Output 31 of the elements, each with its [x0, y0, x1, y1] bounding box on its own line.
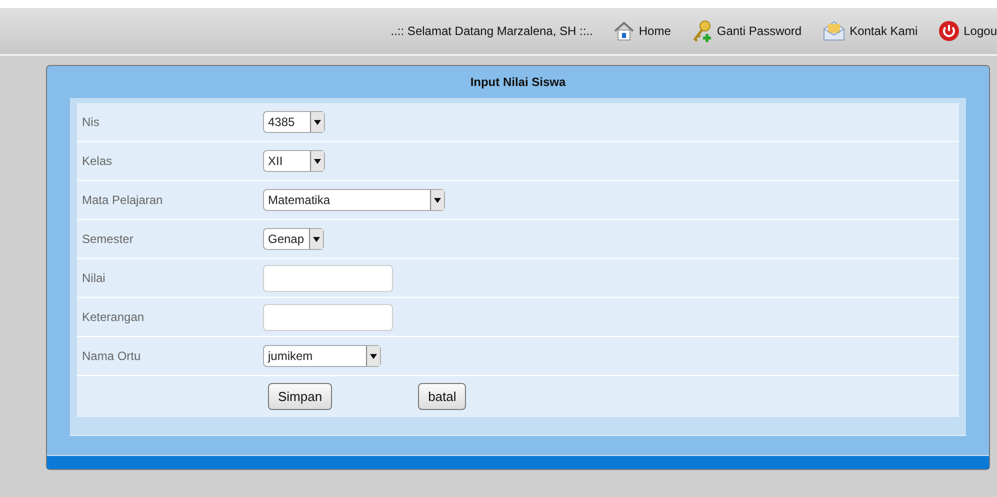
form-button[interactable]: batal	[418, 383, 466, 410]
input-field[interactable]	[263, 304, 393, 330]
field-label: Kelas	[81, 153, 114, 170]
house-icon	[612, 20, 635, 42]
nav-link[interactable]: Home	[612, 20, 671, 42]
power-icon	[938, 20, 960, 42]
envelope-icon	[822, 20, 846, 42]
dropdown[interactable]: 4385	[263, 111, 325, 133]
field-label: Nilai	[81, 270, 106, 287]
caret-icon	[310, 151, 324, 171]
form-button[interactable]: Simpan	[268, 383, 332, 410]
field-label: Nama Ortu	[81, 348, 142, 365]
field-label: Nis	[81, 114, 100, 131]
caret-icon	[366, 346, 380, 366]
dropdown[interactable]: Genap	[263, 228, 324, 250]
nav-link[interactable]: Kontak Kami	[822, 20, 918, 42]
nav-link[interactable]: Logou	[938, 20, 997, 42]
input-field[interactable]	[263, 264, 393, 292]
field-label: Keterangan	[81, 309, 146, 326]
field-label: Semester	[81, 231, 134, 248]
nav-link[interactable]: Ganti Password	[690, 19, 802, 43]
dropdown[interactable]: XII	[263, 150, 325, 172]
dropdown[interactable]: Matematika	[263, 189, 445, 211]
field-label: Mata Pelajaran	[81, 192, 164, 209]
key-icon	[690, 19, 713, 43]
dropdown[interactable]: jumikem	[263, 345, 381, 367]
caret-icon	[309, 229, 323, 249]
form-title: Input Nilai Siswa	[469, 74, 567, 91]
welcome-text: ..:: Selamat Datang Marzalena, SH ::..	[390, 23, 593, 40]
caret-icon	[310, 112, 324, 132]
caret-icon	[430, 190, 444, 210]
